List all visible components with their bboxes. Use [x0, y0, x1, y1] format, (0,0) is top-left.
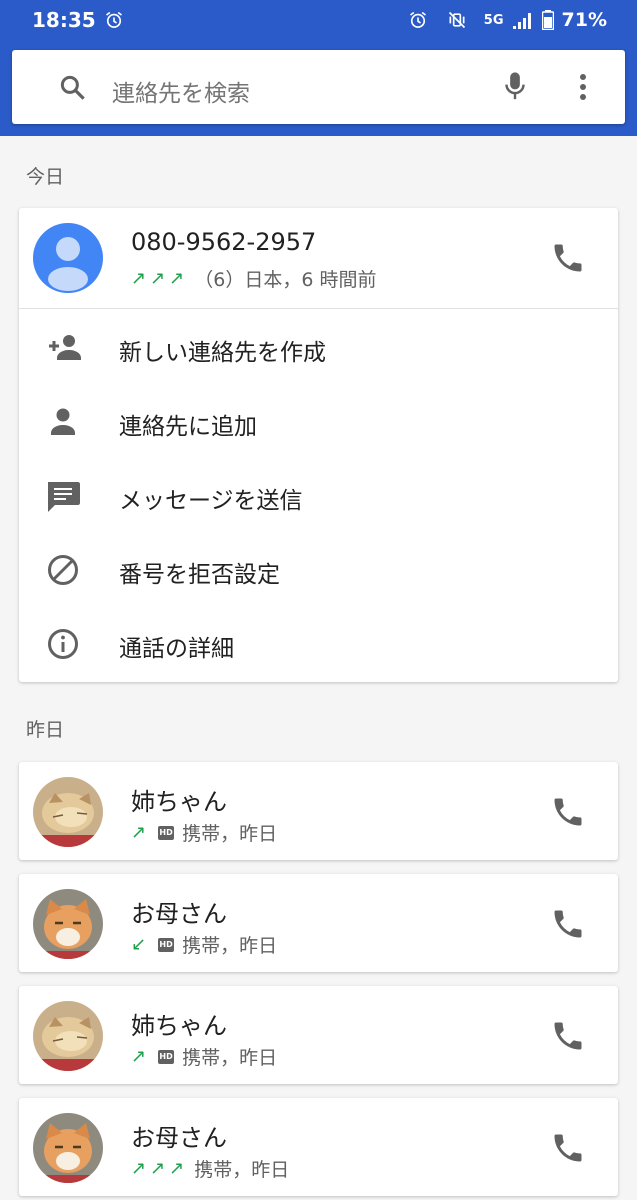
cat-photo-icon	[33, 1113, 103, 1183]
call-detail: 携帯，昨日	[182, 823, 278, 845]
outgoing-call-arrows: ↗↗↗	[131, 268, 189, 289]
alarm-icon	[104, 10, 124, 30]
action-block-number[interactable]: 番号を拒否設定	[19, 533, 618, 607]
alarm-icon	[408, 10, 428, 30]
outgoing-call-icon: ↗	[131, 822, 151, 843]
status-time: 18:35	[32, 8, 96, 32]
cat-photo-icon	[33, 889, 103, 959]
outgoing-call-arrows: ↗↗↗	[131, 1158, 189, 1179]
action-send-message[interactable]: メッセージを送信	[19, 459, 618, 533]
avatar	[33, 223, 103, 293]
phone-icon[interactable]	[550, 906, 586, 946]
action-label: 連絡先に追加	[119, 414, 257, 440]
action-call-details[interactable]: 通話の詳細	[19, 607, 618, 681]
action-new-contact[interactable]: 新しい連絡先を作成	[19, 311, 618, 385]
section-header-today: 今日	[26, 166, 65, 188]
call-log-entry[interactable]: お母さん ↗↗↗ 携帯，昨日	[19, 1098, 618, 1196]
call-meta: ↗ HD 携帯，昨日	[131, 1043, 277, 1070]
phone-icon[interactable]	[550, 1018, 586, 1058]
call-detail: 携帯，昨日	[194, 1159, 290, 1181]
call-meta: ↗↗↗ （6）日本，6 時間前	[131, 265, 376, 292]
action-add-to-contact[interactable]: 連絡先に追加	[19, 385, 618, 459]
hd-badge: HD	[158, 825, 175, 840]
person-icon	[43, 405, 83, 441]
contact-name: 姉ちゃん	[131, 1012, 227, 1040]
search-icon[interactable]	[58, 73, 88, 107]
signal-icon	[512, 10, 534, 30]
battery-percent: 71%	[561, 9, 607, 31]
caller-number: 080-9562-2957	[131, 228, 317, 256]
avatar	[33, 889, 103, 959]
action-label: メッセージを送信	[119, 488, 303, 514]
contact-name: お母さん	[131, 1124, 227, 1152]
search-bar[interactable]: 連絡先を検索	[12, 50, 625, 124]
call-detail: 携帯，昨日	[182, 935, 278, 957]
incoming-call-icon: ↙	[131, 934, 151, 955]
avatar	[33, 1001, 103, 1071]
call-meta: ↗↗↗ 携帯，昨日	[131, 1155, 289, 1182]
expanded-call-card: 080-9562-2957 ↗↗↗ （6）日本，6 時間前 新しい連絡先を作成 …	[19, 208, 618, 682]
network-type: 5G	[483, 12, 504, 28]
search-input[interactable]: 連絡先を検索	[112, 74, 250, 108]
block-icon	[43, 553, 83, 591]
call-log-entry[interactable]: 姉ちゃん ↗ HD 携帯，昨日	[19, 986, 618, 1084]
cat-photo-icon	[33, 1001, 103, 1071]
action-label: 番号を拒否設定	[119, 562, 280, 588]
info-icon	[43, 627, 83, 665]
avatar	[33, 777, 103, 847]
avatar	[33, 1113, 103, 1183]
call-log-entry[interactable]: 080-9562-2957 ↗↗↗ （6）日本，6 時間前	[19, 208, 618, 306]
default-person-icon	[48, 237, 88, 291]
outgoing-call-icon: ↗	[131, 1046, 151, 1067]
more-options-icon[interactable]	[578, 70, 588, 108]
call-log-entry[interactable]: お母さん ↙ HD 携帯，昨日	[19, 874, 618, 972]
phone-icon[interactable]	[550, 240, 586, 280]
divider	[19, 308, 618, 309]
hd-badge: HD	[158, 1049, 175, 1064]
action-label: 通話の詳細	[119, 636, 234, 662]
phone-icon[interactable]	[550, 794, 586, 834]
status-bar: 18:35 5G 71%	[0, 0, 637, 40]
mic-icon[interactable]	[500, 70, 530, 108]
app-bar: 連絡先を検索	[0, 40, 637, 136]
add-person-icon	[43, 331, 83, 367]
contact-name: 姉ちゃん	[131, 788, 227, 816]
contact-name: お母さん	[131, 900, 227, 928]
phone-icon[interactable]	[550, 1130, 586, 1170]
call-detail: 携帯，昨日	[182, 1047, 278, 1069]
cat-photo-icon	[33, 777, 103, 847]
action-label: 新しい連絡先を作成	[119, 340, 326, 366]
vibrate-off-icon	[446, 10, 468, 30]
hd-badge: HD	[158, 937, 175, 952]
call-detail: （6）日本，6 時間前	[194, 269, 377, 291]
call-meta: ↙ HD 携帯，昨日	[131, 931, 277, 958]
battery-icon	[541, 10, 554, 30]
call-log-entry[interactable]: 姉ちゃん ↗ HD 携帯，昨日	[19, 762, 618, 860]
message-icon	[43, 479, 83, 517]
call-meta: ↗ HD 携帯，昨日	[131, 819, 277, 846]
section-header-yesterday: 昨日	[26, 719, 65, 741]
